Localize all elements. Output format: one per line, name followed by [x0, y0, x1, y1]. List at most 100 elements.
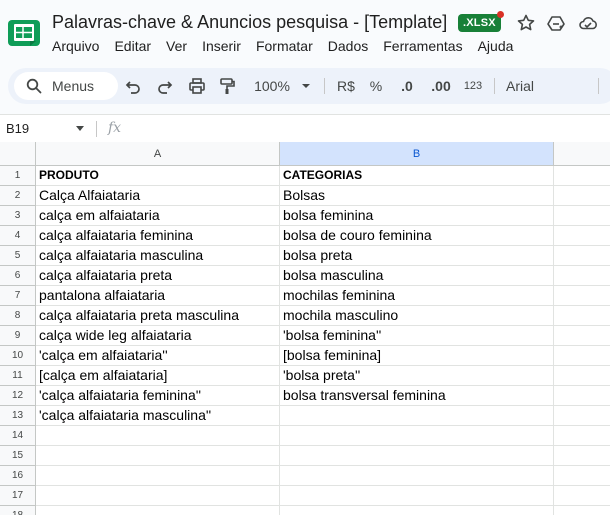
cell-c[interactable] — [554, 326, 610, 346]
cell-b[interactable] — [280, 406, 554, 426]
row-header[interactable]: 9 — [0, 326, 36, 346]
sheets-logo-icon[interactable] — [8, 20, 40, 46]
cell-c[interactable] — [554, 506, 610, 515]
menu-editar[interactable]: Editar — [114, 38, 151, 54]
zoom-select[interactable]: 100% — [252, 76, 292, 96]
row-header[interactable]: 16 — [0, 466, 36, 486]
cell-b[interactable]: bolsa de couro feminina — [280, 226, 554, 246]
menu-arquivo[interactable]: Arquivo — [52, 38, 99, 54]
cell-a[interactable]: 'calça alfaiataria feminina'' — [36, 386, 280, 406]
cell-b[interactable]: 'bolsa feminina'' — [280, 326, 554, 346]
cell-b[interactable]: Bolsas — [280, 186, 554, 206]
xlsx-format-badge[interactable]: .XLSX — [458, 14, 501, 32]
move-to-drive-icon[interactable] — [546, 13, 566, 33]
row-header[interactable]: 10 — [0, 346, 36, 366]
cell-a[interactable]: calça alfaiataria preta masculina — [36, 306, 280, 326]
column-header-c[interactable] — [554, 142, 610, 166]
paint-format-icon[interactable] — [218, 76, 236, 96]
cell-c[interactable] — [554, 306, 610, 326]
number-format-button[interactable]: 123 — [462, 76, 484, 96]
cell-a[interactable] — [36, 506, 280, 515]
font-family-select[interactable]: Arial — [506, 76, 546, 96]
cell-c[interactable] — [554, 206, 610, 226]
menu-ajuda[interactable]: Ajuda — [478, 38, 514, 54]
select-all-corner[interactable] — [0, 142, 36, 166]
redo-icon[interactable] — [156, 76, 174, 96]
cell-b[interactable]: mochilas feminina — [280, 286, 554, 306]
cell-c[interactable] — [554, 186, 610, 206]
cell-a[interactable]: pantalona alfaiataria — [36, 286, 280, 306]
cell-c[interactable] — [554, 426, 610, 446]
cell-b[interactable]: CATEGORIAS — [280, 166, 554, 186]
cell-c[interactable] — [554, 466, 610, 486]
cell-c[interactable] — [554, 346, 610, 366]
cell-b[interactable] — [280, 466, 554, 486]
menu-formatar[interactable]: Formatar — [256, 38, 313, 54]
star-icon[interactable] — [516, 13, 536, 33]
row-header[interactable]: 4 — [0, 226, 36, 246]
row-header[interactable]: 7 — [0, 286, 36, 306]
cell-a[interactable]: calça alfaiataria feminina — [36, 226, 280, 246]
row-header[interactable]: 17 — [0, 486, 36, 506]
cell-c[interactable] — [554, 226, 610, 246]
cell-b[interactable]: 'bolsa preta'' — [280, 366, 554, 386]
row-header[interactable]: 1 — [0, 166, 36, 186]
cell-a[interactable]: calça em alfaiataria — [36, 206, 280, 226]
cell-b[interactable]: bolsa transversal feminina — [280, 386, 554, 406]
print-icon[interactable] — [188, 76, 206, 96]
cell-a[interactable]: Calça Alfaiataria — [36, 186, 280, 206]
cell-a[interactable] — [36, 486, 280, 506]
cell-c[interactable] — [554, 246, 610, 266]
row-header[interactable]: 15 — [0, 446, 36, 466]
name-box-dropdown-icon[interactable] — [76, 126, 84, 132]
column-header-b[interactable]: B — [280, 142, 554, 166]
row-header[interactable]: 3 — [0, 206, 36, 226]
percent-format-button[interactable]: % — [368, 76, 384, 96]
cell-c[interactable] — [554, 386, 610, 406]
row-header[interactable]: 18 — [0, 506, 36, 515]
name-box[interactable]: B19 — [6, 121, 29, 136]
row-header[interactable]: 13 — [0, 406, 36, 426]
cell-c[interactable] — [554, 406, 610, 426]
cell-a[interactable]: [calça em alfaiataria] — [36, 366, 280, 386]
zoom-dropdown-chevron-icon[interactable] — [300, 76, 312, 96]
document-title[interactable]: Palavras-chave & Anuncios pesquisa - [Te… — [52, 12, 447, 33]
cell-a[interactable] — [36, 446, 280, 466]
cell-a[interactable]: calça alfaiataria masculina — [36, 246, 280, 266]
cell-b[interactable]: [bolsa feminina] — [280, 346, 554, 366]
cell-b[interactable]: bolsa masculina — [280, 266, 554, 286]
menu-dados[interactable]: Dados — [328, 38, 368, 54]
row-header[interactable]: 14 — [0, 426, 36, 446]
cell-c[interactable] — [554, 366, 610, 386]
search-menus-box[interactable]: Menus — [14, 72, 118, 100]
cell-a[interactable]: 'calça alfaiataria masculina'' — [36, 406, 280, 426]
cell-b[interactable] — [280, 446, 554, 466]
cell-c[interactable] — [554, 486, 610, 506]
menu-inserir[interactable]: Inserir — [202, 38, 241, 54]
row-header[interactable]: 12 — [0, 386, 36, 406]
cell-c[interactable] — [554, 266, 610, 286]
row-header[interactable]: 6 — [0, 266, 36, 286]
cell-a[interactable] — [36, 426, 280, 446]
cell-c[interactable] — [554, 286, 610, 306]
cell-a[interactable]: calça alfaiataria preta — [36, 266, 280, 286]
cell-b[interactable]: mochila masculino — [280, 306, 554, 326]
cell-b[interactable] — [280, 486, 554, 506]
increase-decimal-button[interactable]: .00 — [428, 76, 454, 96]
cell-a[interactable]: 'calça em alfaiataria'' — [36, 346, 280, 366]
row-header[interactable]: 2 — [0, 186, 36, 206]
cell-a[interactable]: PRODUTO — [36, 166, 280, 186]
menu-ferramentas[interactable]: Ferramentas — [383, 38, 462, 54]
cell-b[interactable]: bolsa feminina — [280, 206, 554, 226]
cell-b[interactable]: bolsa preta — [280, 246, 554, 266]
decrease-decimal-button[interactable]: .0 — [396, 76, 418, 96]
cell-c[interactable] — [554, 166, 610, 186]
cloud-status-icon[interactable] — [578, 13, 598, 33]
row-header[interactable]: 5 — [0, 246, 36, 266]
cell-b[interactable] — [280, 426, 554, 446]
cell-a[interactable]: calça wide leg alfaiataria — [36, 326, 280, 346]
cell-b[interactable] — [280, 506, 554, 515]
cell-c[interactable] — [554, 446, 610, 466]
column-header-a[interactable]: A — [36, 142, 280, 166]
undo-icon[interactable] — [124, 76, 142, 96]
